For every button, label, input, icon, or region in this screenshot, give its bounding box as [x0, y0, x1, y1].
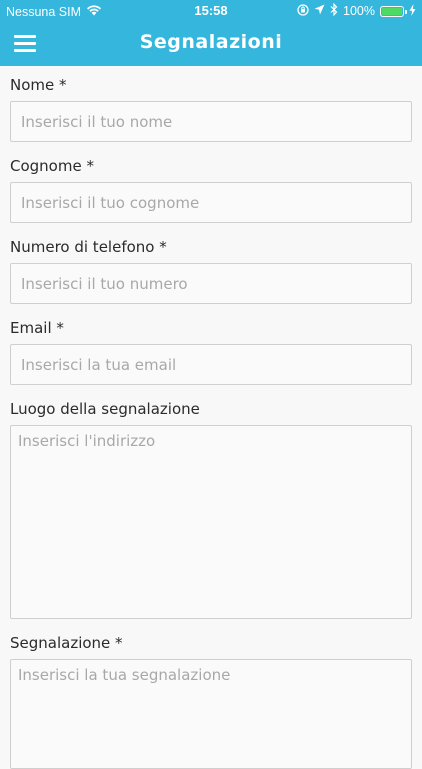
battery-icon: [380, 5, 407, 17]
segnalazione-label: Segnalazione *: [10, 634, 123, 652]
status-bar: Nessuna SIM 15:58 100%: [0, 0, 422, 22]
report-form: Nome * Cognome * Numero di telefono * Em…: [10, 66, 412, 769]
page-title: Segnalazioni: [139, 31, 283, 53]
orientation-lock-icon: [297, 3, 309, 19]
status-right: 100%: [297, 2, 416, 19]
charging-bolt-icon: [409, 3, 416, 19]
telefono-input[interactable]: [10, 263, 412, 304]
telefono-label: Numero di telefono *: [10, 238, 167, 256]
luogo-label: Luogo della segnalazione: [10, 400, 200, 418]
bluetooth-icon: [330, 2, 338, 19]
battery-percent: 100%: [343, 4, 375, 18]
location-arrow-icon: [314, 4, 325, 18]
nome-input[interactable]: [10, 101, 412, 142]
header-bar: Segnalazioni: [0, 22, 422, 66]
nome-label: Nome *: [10, 76, 67, 94]
cognome-label: Cognome *: [10, 157, 94, 175]
segnalazione-textarea[interactable]: [10, 659, 412, 769]
battery-tip: [405, 9, 407, 14]
cognome-input[interactable]: [10, 182, 412, 223]
battery-level-fill: [382, 7, 402, 15]
email-input[interactable]: [10, 344, 412, 385]
luogo-textarea[interactable]: [10, 425, 412, 619]
email-label: Email *: [10, 319, 64, 337]
